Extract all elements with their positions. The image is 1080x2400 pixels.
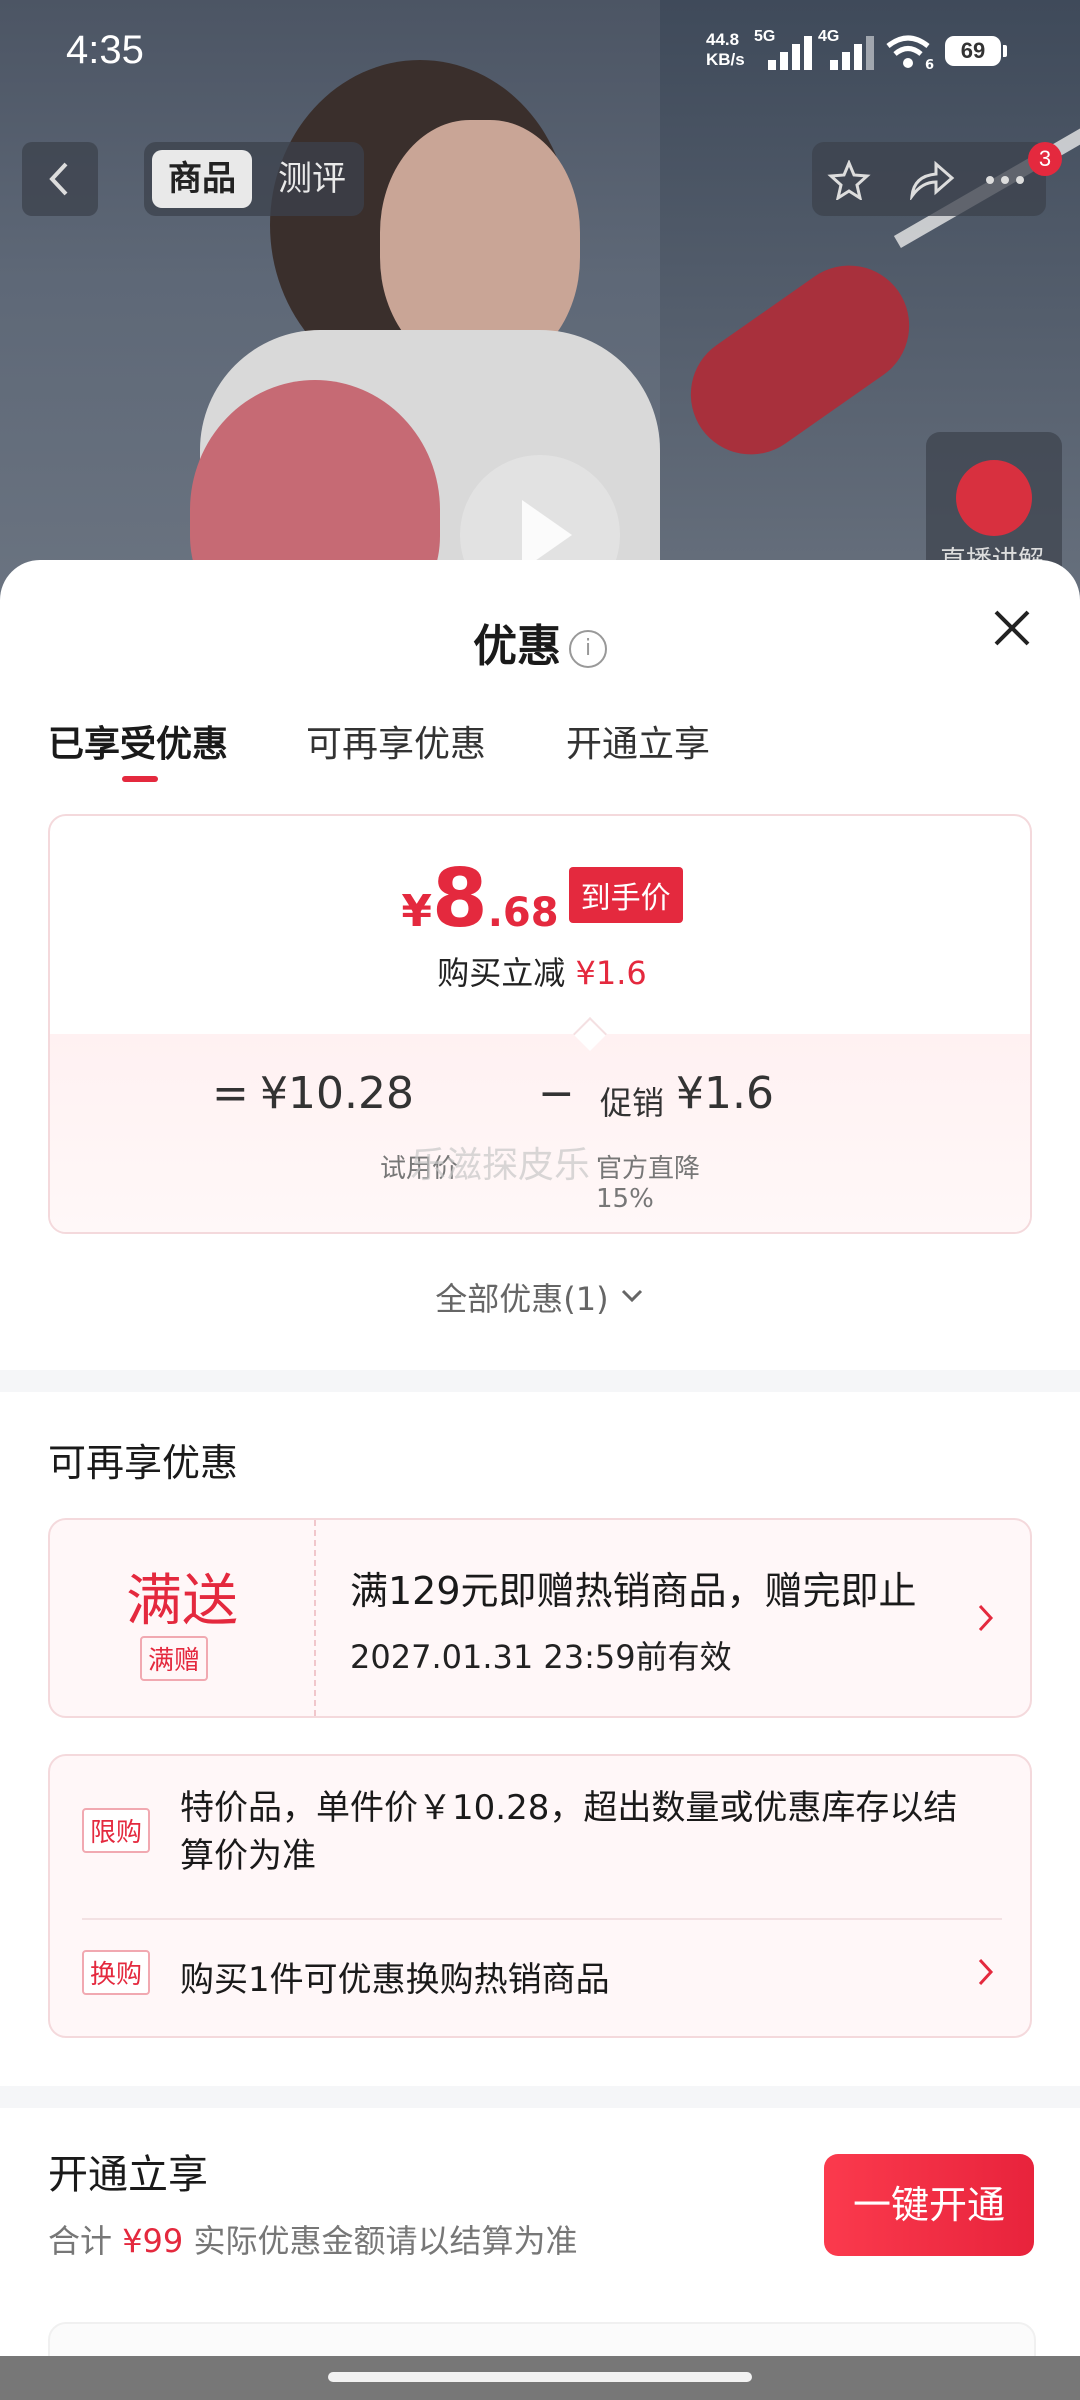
open-sub-amount: ¥99 [122,2222,184,2260]
gift-offer-type: 满送 [126,1569,238,1634]
saving-line: 购买立减 ¥1.6 [50,948,1030,994]
chevron-left-icon [49,162,68,196]
gift-offer-left: 满送 满赠 [50,1520,316,1716]
signal-4g-icon [830,34,876,70]
trial-price: ¥10.28 [260,1068,414,1119]
section-divider [0,1370,1080,1392]
limit-tag: 限购 [82,1808,151,1853]
status-time: 4:35 [66,28,144,72]
tab-review[interactable]: 测评 [262,150,362,208]
promo-prefix: 促销 [600,1084,665,1122]
net-speed: 44.8 KB/s [706,30,745,70]
exchange-tag: 换购 [82,1950,151,1995]
status-bar: 4:35 44.8 KB/s 5G 4G 6 69 [0,0,1080,100]
share-icon[interactable] [906,160,956,200]
section-divider [0,2086,1080,2108]
gift-offer-validity: 2027.01.31 23:59前有效 [350,1638,732,1676]
all-offers-label: 全部优惠(1) [435,1280,609,1318]
open-section-title: 开通立享 [48,2152,208,2198]
saving-amount: ¥1.6 [575,954,647,992]
equals-sign: = [212,1068,249,1119]
all-offers-toggle[interactable]: 全部优惠(1) [0,1274,1080,1320]
exchange-text[interactable]: 购买1件可优惠换购热销商品 [180,1952,610,2001]
home-indicator[interactable] [328,2372,752,2382]
battery-indicator: 69 [945,36,1007,66]
live-icon [956,460,1032,536]
watermark-text: 乐滋探皮乐 [410,1145,591,1186]
limit-text: 特价品，单件价￥10.28，超出数量或优惠库存以结算价为准 [180,1788,958,1876]
gift-offer-desc: 满129元即赠热销商品，赠完即止 [350,1569,917,1613]
final-price-tag: 到手价 [568,867,683,923]
notification-badge: 3 [1028,142,1062,176]
promo-percent: 15% [596,1184,654,1214]
sheet-title: 优惠 i [0,610,1080,674]
tab-enjoyed[interactable]: 已享受优惠 [48,715,228,767]
active-tab-indicator [122,776,158,782]
signal-5g-icon [768,34,814,70]
limit-separator [82,1918,1002,1920]
net-speed-unit: KB/s [706,50,745,69]
promo-label: 官方直降 [596,1154,701,1184]
one-click-open-button[interactable]: 一键开通 [824,2154,1034,2256]
nav-tab-group: 商品 测评 [144,142,364,216]
saving-label: 购买立减 [437,954,566,992]
more-offers-title: 可再享优惠 [48,1441,239,1485]
chevron-down-icon [621,1289,642,1303]
chevron-right-icon[interactable] [976,1956,996,1988]
open-sub-suffix: 实际优惠金额请以结算为准 [193,2222,578,2260]
nav-actions [812,142,1046,216]
star-icon[interactable] [824,160,874,200]
final-price: ¥8.68 到手价 [50,852,1030,945]
tab-more-offers[interactable]: 可再享优惠 [306,715,486,767]
more-icon[interactable] [980,160,1030,200]
minus-sign: − [538,1068,575,1119]
chevron-right-icon [978,1604,994,1632]
wifi-icon: 6 [885,34,935,73]
open-section-sub: 合计 ¥99 实际优惠金额请以结算为准 [48,2216,577,2262]
info-icon[interactable]: i [569,630,607,668]
price-integer: 8 [432,852,488,945]
open-sub-prefix: 合计 [48,2222,113,2260]
price-card: ¥8.68 到手价 购买立减 ¥1.6 = ¥10.28 试用价 − 促销 ¥1.… [48,814,1032,1234]
net-speed-value: 44.8 [706,30,740,49]
price-decimal: .68 [487,890,559,936]
close-icon[interactable] [990,606,1034,650]
sheet-title-text: 优惠 [473,621,561,672]
discount-sheet: 优惠 i 已享受优惠 可再享优惠 开通立享 ¥8.68 到手价 购买立减 ¥1.6 … [0,560,1080,2400]
tab-product[interactable]: 商品 [152,150,252,208]
tab-open-enjoy[interactable]: 开通立享 [566,715,710,767]
wifi-sub-label: 6 [925,58,935,73]
gift-offer-card[interactable]: 满送 满赠 满129元即赠热销商品，赠完即止 2027.01.31 23:59前… [48,1518,1032,1718]
gift-offer-tag: 满赠 [140,1636,209,1681]
price-currency: ¥ [401,886,433,937]
promo-amount: ¥1.6 [676,1068,774,1119]
back-button[interactable] [22,142,98,216]
limit-offer-card: 限购 特价品，单件价￥10.28，超出数量或优惠库存以结算价为准 换购 购买1件… [48,1754,1032,2038]
